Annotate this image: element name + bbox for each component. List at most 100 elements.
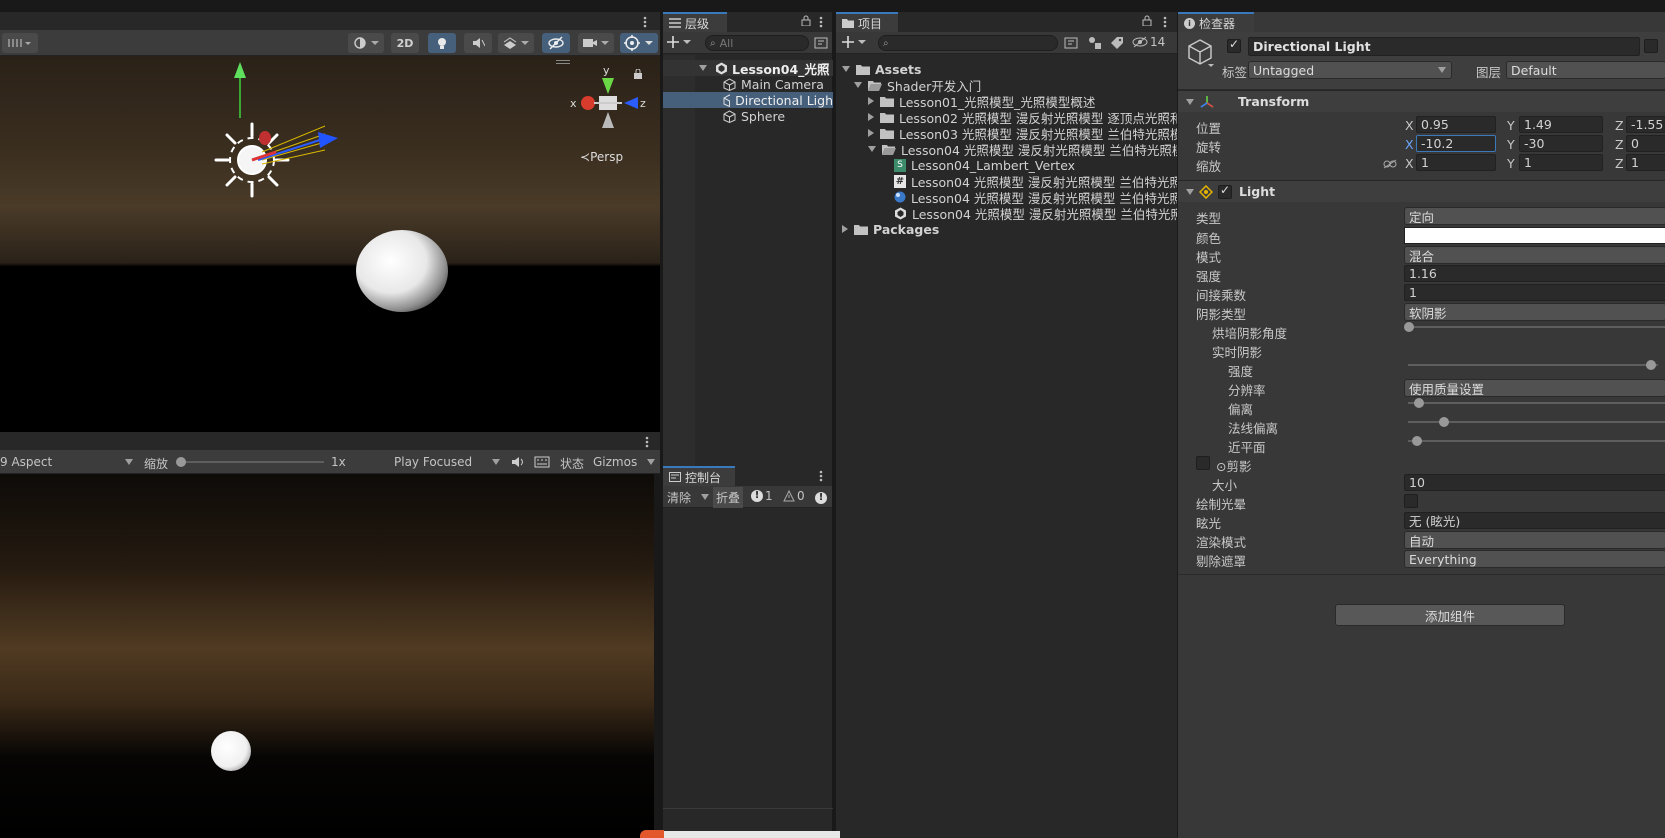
position-z-field[interactable]: -1.55 — [1626, 116, 1665, 133]
light-enabled-toggle[interactable] — [1218, 183, 1232, 199]
search-filter-icon[interactable] — [814, 37, 828, 52]
search-by-type-filter-icon[interactable] — [1088, 36, 1102, 53]
active-toggle[interactable] — [1227, 37, 1241, 53]
slider-knob[interactable] — [1439, 417, 1449, 427]
hierarchy-item-directional-light[interactable]: Directional Ligh — [663, 92, 833, 108]
hierarchy-item-sphere[interactable]: Sphere — [663, 108, 833, 124]
taskbar-app-icon[interactable] — [640, 830, 664, 838]
shadow-strength-slider[interactable] — [1404, 356, 1658, 374]
keyboard-shortcuts-icon[interactable] — [534, 456, 550, 471]
gizmo-drag-handle[interactable] — [556, 60, 570, 64]
slider-knob[interactable] — [1412, 436, 1422, 446]
project-tab[interactable]: 项目 — [836, 12, 898, 32]
render-mode-dropdown[interactable]: 自动 — [1404, 531, 1665, 549]
folder-packages[interactable]: Packages — [842, 221, 939, 237]
static-toggle[interactable] — [1644, 39, 1658, 53]
size-field[interactable]: 10 — [1404, 474, 1665, 491]
rotation-x-field[interactable]: -10.2 — [1416, 135, 1496, 152]
file-scene[interactable]: Lesson04 光照模型 漫反射光照模型 兰伯特光照模 — [894, 205, 1178, 222]
search-by-label-icon[interactable] — [1110, 36, 1124, 53]
game-viewport[interactable] — [0, 474, 654, 838]
constrain-proportions-icon[interactable] — [1383, 158, 1397, 172]
toggle-2d-button[interactable]: 2D — [391, 33, 419, 53]
scene-menu-icon[interactable]: ⋮ — [813, 61, 826, 76]
scale-z-field[interactable]: 1 — [1626, 154, 1665, 171]
audio-toggle-button[interactable] — [464, 33, 492, 53]
scale-slider[interactable] — [176, 454, 324, 470]
cookie-toggle[interactable] — [1196, 456, 1210, 470]
rotation-z-field[interactable]: 0 — [1626, 135, 1665, 152]
layer-dropdown[interactable]: Default — [1506, 61, 1665, 79]
inspector-tab[interactable]: i 检查器 — [1178, 12, 1254, 32]
console-tab[interactable]: 控制台 — [663, 466, 735, 486]
gizmos-dropdown-button[interactable] — [620, 33, 658, 53]
directional-light-gizmo[interactable] — [214, 62, 338, 198]
near-plane-slider[interactable] — [1404, 432, 1665, 450]
project-menu-icon[interactable] — [1163, 16, 1167, 31]
collapse-button[interactable]: 折叠 — [713, 487, 744, 508]
draw-halo-toggle[interactable] — [1404, 494, 1418, 508]
gizmos-dropdown[interactable]: Gizmos — [593, 453, 657, 471]
game-more-menu-icon[interactable] — [645, 436, 649, 451]
rotation-y-field[interactable]: -30 — [1519, 135, 1603, 152]
folder-lesson04[interactable]: Lesson04 光照模型 漫反射光照模型 兰伯特光照模型 — [868, 141, 1178, 158]
scale-slider-knob[interactable] — [176, 457, 186, 467]
gameobject-icon[interactable] — [1188, 38, 1216, 71]
add-component-button[interactable]: 添加组件 — [1335, 604, 1565, 626]
scale-y-field[interactable]: 1 — [1519, 154, 1603, 171]
sphere-object[interactable] — [356, 230, 448, 312]
clear-options-icon[interactable] — [701, 494, 709, 500]
clear-button[interactable]: 清除 — [667, 489, 691, 506]
hierarchy-menu-icon[interactable] — [819, 16, 823, 31]
indirect-multiplier-field[interactable]: 1 — [1404, 284, 1665, 301]
scene-visibility-button[interactable] — [542, 33, 570, 53]
camera-settings-button[interactable] — [578, 33, 614, 53]
create-button[interactable] — [667, 35, 691, 52]
log-filter-button[interactable]: ! — [815, 489, 827, 504]
slider-knob[interactable] — [1414, 398, 1424, 408]
shading-mode-button[interactable] — [348, 33, 384, 53]
scene-viewport[interactable]: y x z ≺Persp — [0, 56, 660, 432]
intensity-field[interactable]: 1.16 — [1404, 265, 1665, 282]
culling-mask-dropdown[interactable]: Everything — [1404, 550, 1665, 568]
more-menu-icon[interactable] — [643, 16, 651, 28]
bias-slider[interactable] — [1404, 394, 1665, 412]
play-mode-dropdown[interactable]: Play Focused — [394, 453, 502, 471]
console-menu-icon[interactable] — [819, 470, 823, 485]
normal-bias-slider[interactable] — [1404, 413, 1665, 431]
scene-row[interactable]: Lesson04_光照 ⋮ — [663, 60, 833, 77]
grid-snap-button[interactable] — [2, 33, 38, 53]
error-filter-button[interactable]: ! 1 — [751, 489, 773, 503]
mute-audio-icon[interactable] — [511, 456, 525, 471]
lighting-toggle-button[interactable] — [428, 33, 456, 53]
warning-filter-button[interactable]: 0 — [783, 489, 805, 503]
hierarchy-tab[interactable]: 层级 — [663, 12, 727, 32]
project-create-button[interactable] — [842, 35, 866, 52]
projection-toggle[interactable]: ≺Persp — [580, 150, 623, 164]
object-name-field[interactable]: Directional Light — [1248, 37, 1640, 56]
baked-shadow-angle-slider[interactable] — [1404, 318, 1665, 336]
hierarchy-search-input[interactable]: ⌕ All — [705, 35, 809, 51]
flare-field[interactable]: 无 (眩光) — [1404, 512, 1665, 529]
type-dropdown[interactable]: 定向 — [1404, 207, 1665, 225]
stats-button[interactable]: 状态 — [560, 455, 584, 472]
gizmo-lock-icon[interactable] — [633, 68, 643, 82]
hierarchy-item-main-camera[interactable]: Main Camera — [663, 76, 833, 92]
slider-knob[interactable] — [1404, 322, 1414, 332]
project-search-input[interactable]: ⌕ — [878, 35, 1058, 51]
hidden-packages-toggle[interactable]: 14 — [1132, 35, 1165, 49]
project-lock-icon[interactable] — [1142, 15, 1152, 29]
aspect-dropdown[interactable]: 9 Aspect — [0, 453, 135, 471]
transform-header[interactable]: Transform — [1178, 90, 1665, 112]
scale-x-field[interactable]: 1 — [1416, 154, 1496, 171]
mode-dropdown[interactable]: 混合 — [1404, 246, 1665, 264]
slider-knob[interactable] — [1646, 360, 1656, 370]
hierarchy-lock-icon[interactable] — [801, 15, 811, 29]
position-x-field[interactable]: 0.95 — [1416, 116, 1496, 133]
position-y-field[interactable]: 1.49 — [1519, 116, 1603, 133]
effects-toggle-button[interactable] — [498, 33, 534, 53]
tag-dropdown[interactable]: Untagged — [1248, 61, 1452, 79]
search-by-type-icon[interactable] — [1064, 37, 1078, 52]
light-header[interactable]: Light — [1178, 180, 1665, 202]
color-swatch[interactable] — [1404, 227, 1665, 244]
